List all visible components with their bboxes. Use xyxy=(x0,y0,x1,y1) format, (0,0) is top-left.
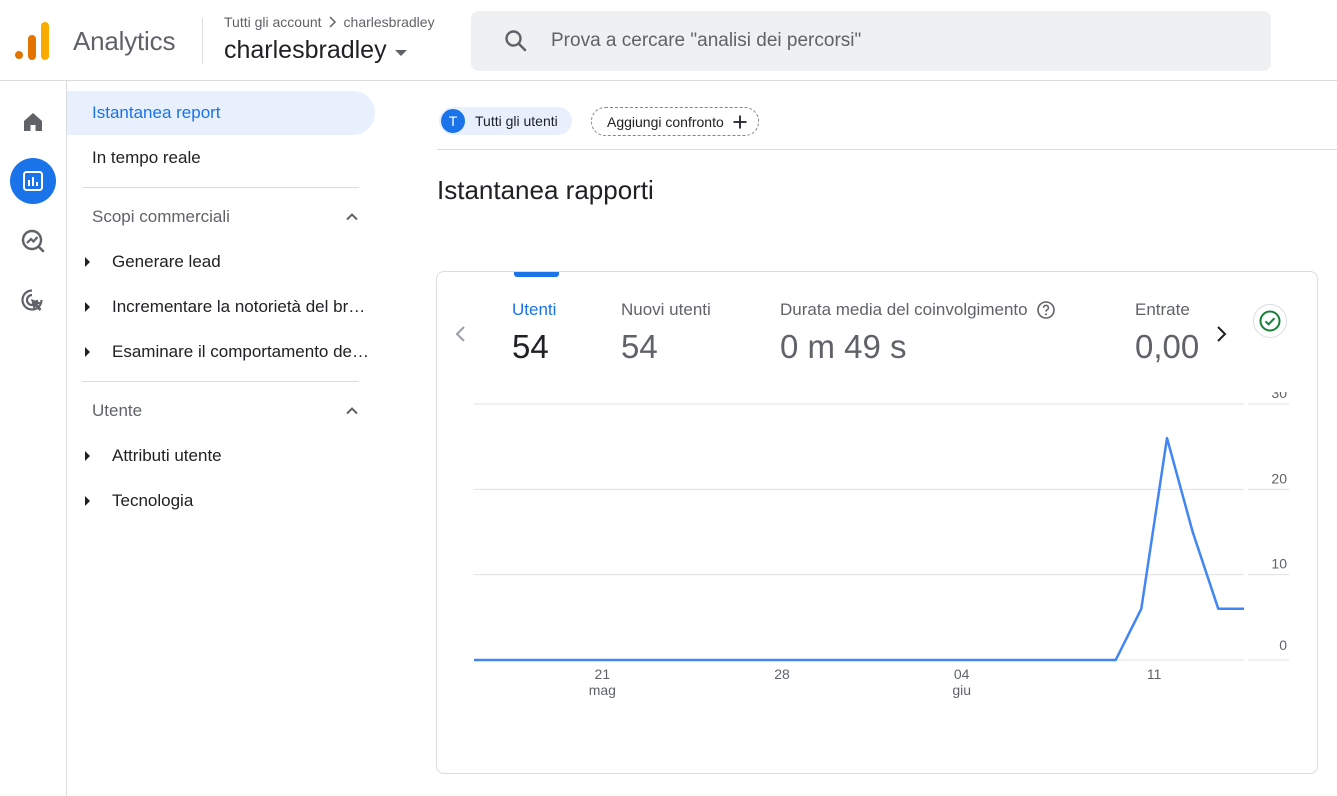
metric-tab-revenue[interactable]: Entrate 0,00 xyxy=(1135,300,1199,370)
rail-explore-button[interactable] xyxy=(10,218,56,264)
breadcrumb[interactable]: Tutti gli account charlesbradley xyxy=(224,14,435,30)
status-check-button[interactable] xyxy=(1253,304,1287,338)
comparison-bar: T Tutti gli utenti Aggiungi confronto xyxy=(437,81,1337,150)
rail-home-button[interactable] xyxy=(10,99,56,145)
nav-divider xyxy=(82,381,359,382)
breadcrumb-account[interactable]: Tutti gli account xyxy=(224,14,322,30)
app-name: Analytics xyxy=(73,26,176,56)
reports-icon xyxy=(23,171,43,191)
nav-item-user-attributes[interactable]: Attributi utente xyxy=(81,441,381,471)
metrics-card: Utenti 54 Nuovi utenti 54 Durata media d… xyxy=(436,271,1318,774)
expand-arrow-icon xyxy=(85,257,90,267)
rail-reports-button[interactable] xyxy=(10,158,56,204)
nav-item-label: Generare lead xyxy=(112,252,221,271)
metric-tab-new-users[interactable]: Nuovi utenti 54 xyxy=(621,300,711,366)
search-bar[interactable] xyxy=(471,11,1271,71)
advertising-icon xyxy=(21,289,43,311)
breadcrumb-property[interactable]: charlesbradley xyxy=(344,14,435,30)
y-tick-label: 10 xyxy=(1271,556,1287,572)
metric-tab-engagement-time[interactable]: Durata media del coinvolgimento 0 m 49 s xyxy=(780,300,1056,366)
nav-item-label: Attributi utente xyxy=(112,446,222,465)
chevron-right-icon xyxy=(329,16,336,28)
nav-section-title: Scopi commerciali xyxy=(92,207,230,226)
metric-label-row: Durata media del coinvolgimento xyxy=(780,300,1056,320)
chevron-right-icon[interactable] xyxy=(1209,322,1233,346)
x-tick-month-label: mag xyxy=(589,682,616,698)
metric-label: Entrate xyxy=(1135,300,1190,319)
explore-icon xyxy=(21,229,45,253)
nav-item-technology[interactable]: Tecnologia xyxy=(81,486,381,516)
metric-label: Utenti xyxy=(512,300,557,319)
nav-item-label: Esaminare il comportamento degli utenti xyxy=(112,342,370,361)
reports-nav: Istantanea report In tempo reale Scopi c… xyxy=(67,81,385,796)
chevron-left-icon[interactable] xyxy=(449,322,473,346)
expand-arrow-icon xyxy=(85,347,90,357)
y-tick-label: 0 xyxy=(1279,637,1287,653)
search-icon xyxy=(505,30,527,52)
expand-arrow-icon xyxy=(85,302,90,312)
metric-value: 54 xyxy=(621,328,658,365)
metric-label: Durata media del coinvolgimento xyxy=(780,300,1028,319)
chip-avatar: T xyxy=(441,109,465,133)
active-tab-indicator xyxy=(514,272,559,277)
x-tick-label: 21 xyxy=(595,666,611,682)
x-tick-label: 11 xyxy=(1147,666,1162,682)
metric-tab-users[interactable]: Utenti 54 xyxy=(512,300,556,366)
property-selector[interactable]: charlesbradley xyxy=(224,36,407,65)
metric-value: 0 m 49 s xyxy=(780,328,907,365)
expand-arrow-icon xyxy=(85,451,90,461)
nav-item-snapshot[interactable]: Istantanea report xyxy=(67,91,375,135)
top-header: Analytics Tutti gli account charlesbradl… xyxy=(0,0,1337,81)
users-line-chart: 0 10 20 30 21mag 28 04giu 11 xyxy=(474,392,1289,698)
metric-revenue-inner: Entrate 0,00 xyxy=(1135,300,1199,366)
left-rail xyxy=(0,81,67,796)
x-tick-label: 04 xyxy=(954,666,970,682)
chevron-up-icon xyxy=(346,407,358,415)
rail-advertising-button[interactable] xyxy=(10,278,56,324)
help-icon[interactable] xyxy=(1036,300,1056,320)
metric-value: 0,00 xyxy=(1135,328,1199,365)
property-name: charlesbradley xyxy=(224,36,387,64)
chip-label: Tutti gli utenti xyxy=(475,113,558,129)
add-comparison-label: Aggiungi confronto xyxy=(607,113,724,130)
series-line-users xyxy=(474,436,1244,662)
y-tick-label: 30 xyxy=(1271,392,1287,401)
header-divider xyxy=(202,18,203,64)
x-tick-label: 28 xyxy=(774,666,790,682)
nav-item-label: Tecnologia xyxy=(112,491,194,510)
metric-value: 54 xyxy=(512,328,549,365)
nav-divider xyxy=(82,187,359,188)
x-tick-month-label: giu xyxy=(952,682,971,698)
nav-section-title: Utente xyxy=(92,401,143,420)
nav-item-label: Incrementare la notorietà del brand xyxy=(112,297,370,316)
nav-item-user-behavior[interactable]: Esaminare il comportamento degli utenti xyxy=(81,337,381,367)
add-comparison-button[interactable]: Aggiungi confronto xyxy=(591,107,759,136)
nav-item-realtime[interactable]: In tempo reale xyxy=(67,136,375,180)
page-title: Istantanea rapporti xyxy=(437,175,654,205)
nav-section-user[interactable]: Utente xyxy=(92,396,360,426)
search-input[interactable] xyxy=(551,30,1231,52)
home-icon xyxy=(24,113,42,131)
chevron-up-icon xyxy=(346,213,358,221)
check-circle-icon xyxy=(1259,310,1281,332)
plus-icon xyxy=(733,115,747,128)
analytics-logo[interactable] xyxy=(14,22,50,60)
nav-section-business-objectives[interactable]: Scopi commerciali xyxy=(92,202,360,232)
caret-down-icon xyxy=(394,49,407,56)
all-users-chip[interactable]: T Tutti gli utenti xyxy=(439,107,572,135)
expand-arrow-icon xyxy=(85,496,90,506)
y-tick-label: 20 xyxy=(1271,470,1287,486)
nav-item-generate-leads[interactable]: Generare lead xyxy=(81,247,381,277)
nav-item-brand-awareness[interactable]: Incrementare la notorietà del brand xyxy=(81,292,381,322)
metric-label: Nuovi utenti xyxy=(621,300,711,319)
